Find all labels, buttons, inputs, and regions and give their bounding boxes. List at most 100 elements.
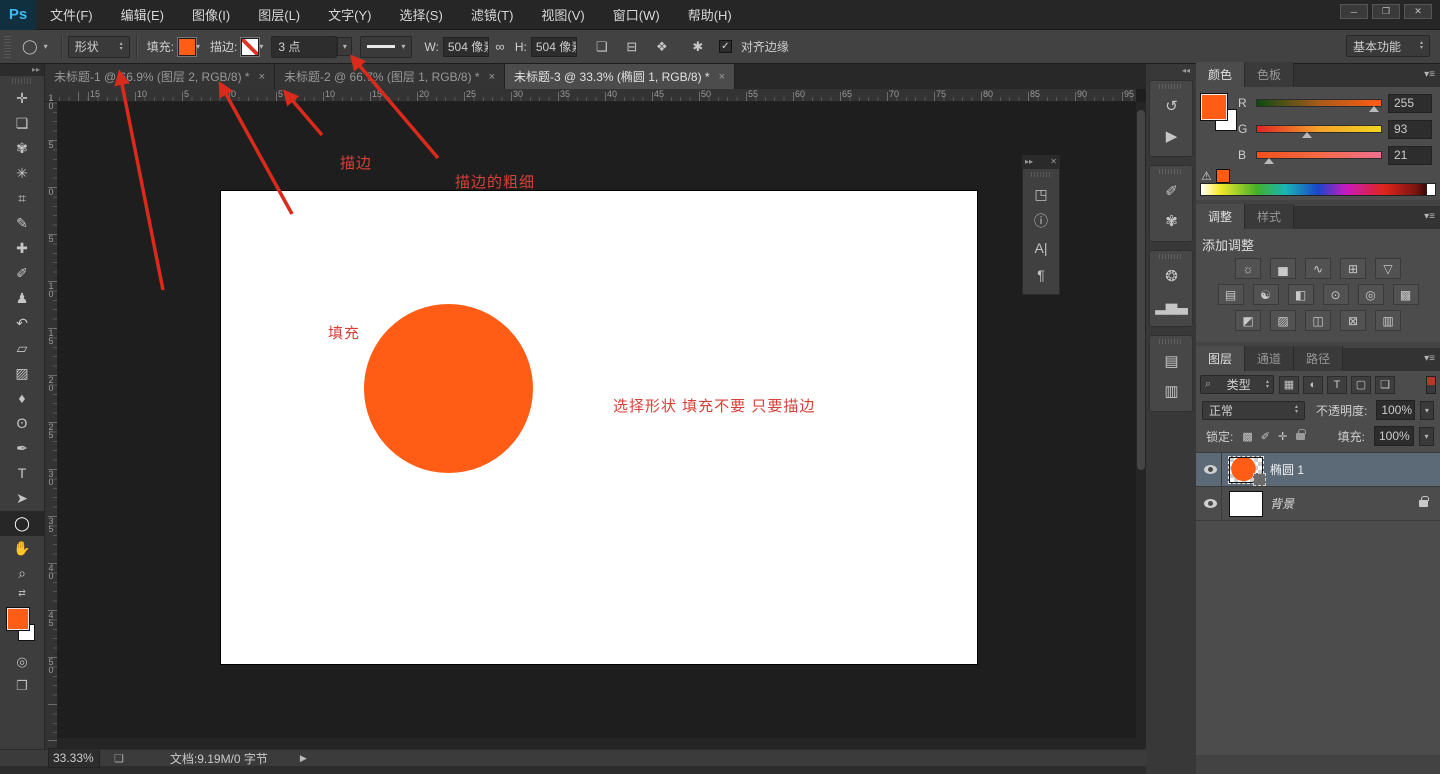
tab-color[interactable]: 颜色 bbox=[1196, 62, 1245, 87]
align-edges-checkbox[interactable]: ✓ bbox=[719, 40, 732, 53]
document-canvas[interactable]: 填充 选择形状 填充不要 只要描边 bbox=[221, 191, 977, 664]
close-icon[interactable]: × bbox=[489, 71, 495, 83]
channel-b-slider[interactable] bbox=[1256, 151, 1382, 159]
brightness-contrast-icon[interactable]: ☼ bbox=[1235, 258, 1261, 279]
collapse-icon[interactable]: ◂◂ bbox=[1146, 64, 1196, 76]
gamut-swatch[interactable] bbox=[1216, 169, 1230, 183]
eye-icon[interactable] bbox=[1204, 499, 1217, 508]
menu-edit[interactable]: 编辑(E) bbox=[107, 0, 178, 30]
blur-tool-icon[interactable]: ♦ bbox=[0, 386, 44, 411]
menu-file[interactable]: 文件(F) bbox=[36, 0, 107, 30]
lock-all-icon[interactable] bbox=[1296, 433, 1305, 440]
channel-g-value[interactable]: 93 bbox=[1388, 120, 1432, 139]
visibility-cell[interactable] bbox=[1200, 487, 1222, 520]
shape-width-field[interactable]: 504 像素 bbox=[443, 37, 489, 57]
menu-select[interactable]: 选择(S) bbox=[385, 0, 456, 30]
stroke-width-input[interactable]: 3 点 bbox=[271, 36, 337, 58]
panel-menu-icon[interactable]: ▾≡ bbox=[1424, 69, 1435, 80]
tab-swatches[interactable]: 色板 bbox=[1245, 62, 1294, 87]
gradient-map-icon[interactable]: ▥ bbox=[1375, 310, 1401, 331]
layer-fill-field[interactable]: 100% bbox=[1374, 426, 1414, 446]
stroke-style-select[interactable]: ▾ bbox=[360, 36, 412, 58]
tab-adjustments[interactable]: 调整 bbox=[1196, 204, 1245, 229]
selective-color-icon[interactable]: ⊠ bbox=[1340, 310, 1366, 331]
menu-help[interactable]: 帮助(H) bbox=[674, 0, 746, 30]
menu-image[interactable]: 图像(I) bbox=[178, 0, 244, 30]
marquee-tool-icon[interactable]: ❏ bbox=[0, 111, 44, 136]
eyedropper-tool-icon[interactable]: ✎ bbox=[0, 211, 44, 236]
tab-untitled-3[interactable]: 未标题-3 @ 33.3% (椭圆 1, RGB/8) * × bbox=[505, 64, 735, 89]
path-alignment-icon[interactable]: ⊟ bbox=[621, 36, 643, 58]
hue-saturation-icon[interactable]: ▤ bbox=[1218, 284, 1244, 305]
lock-position-icon[interactable]: ✛ bbox=[1278, 430, 1287, 443]
close-icon[interactable]: × bbox=[719, 71, 725, 83]
quick-selection-tool-icon[interactable]: ✳ bbox=[0, 161, 44, 186]
invert-icon[interactable]: ◩ bbox=[1235, 310, 1261, 331]
fill-color-swatch[interactable] bbox=[178, 38, 196, 56]
tab-untitled-2[interactable]: 未标题-2 @ 66.7% (图层 1, RGB/8) * × bbox=[275, 64, 505, 89]
layer-row-ellipse-1[interactable]: 椭圆 1 bbox=[1196, 453, 1440, 487]
panel-group-grip[interactable] bbox=[1159, 339, 1183, 344]
filter-type-layers-icon[interactable]: T bbox=[1327, 376, 1347, 394]
gradient-tool-icon[interactable]: ▨ bbox=[0, 361, 44, 386]
stroke-color-swatch[interactable] bbox=[241, 38, 259, 56]
foreground-color-swatch[interactable] bbox=[7, 608, 29, 630]
lock-transparent-icon[interactable]: ▩ bbox=[1242, 430, 1252, 443]
spectrum-white-swatch[interactable] bbox=[1426, 183, 1436, 196]
slider-thumb[interactable] bbox=[1369, 106, 1379, 112]
horizontal-scrollbar[interactable] bbox=[58, 738, 1136, 749]
options-grip[interactable] bbox=[4, 36, 11, 58]
panel-group-grip[interactable] bbox=[1159, 254, 1183, 259]
filter-smart-objects-icon[interactable]: ❏ bbox=[1375, 376, 1395, 394]
tab-channels[interactable]: 通道 bbox=[1245, 346, 1294, 371]
ellipse-shape[interactable] bbox=[364, 304, 533, 473]
tool-preset-picker[interactable]: ◯ ▾ bbox=[15, 36, 55, 58]
panel-group-grip[interactable] bbox=[1159, 169, 1183, 174]
stroke-width-dropdown-button[interactable]: ▾ bbox=[337, 37, 352, 56]
history-panel-icon[interactable]: ↺ bbox=[1150, 92, 1192, 122]
filter-shape-layers-icon[interactable]: ▢ bbox=[1351, 376, 1371, 394]
color-spectrum-bar[interactable] bbox=[1200, 183, 1436, 196]
posterize-icon[interactable]: ▨ bbox=[1270, 310, 1296, 331]
blend-mode-select[interactable]: 正常 ▴▾ bbox=[1202, 401, 1305, 420]
tab-paths[interactable]: 路径 bbox=[1294, 346, 1343, 371]
menu-filter[interactable]: 滤镜(T) bbox=[457, 0, 528, 30]
black-white-icon[interactable]: ◧ bbox=[1288, 284, 1314, 305]
tab-styles[interactable]: 样式 bbox=[1245, 204, 1294, 229]
channel-r-slider[interactable] bbox=[1256, 99, 1382, 107]
channel-g-slider[interactable] bbox=[1256, 125, 1382, 133]
visibility-cell[interactable] bbox=[1200, 453, 1222, 486]
properties-panel-icon[interactable]: ◳ bbox=[1023, 181, 1059, 208]
status-expand-icon[interactable]: ▶ bbox=[300, 753, 307, 764]
notes-panel-icon[interactable]: ▤ bbox=[1150, 347, 1192, 377]
opacity-field[interactable]: 100% bbox=[1376, 400, 1414, 420]
panel-menu-icon[interactable]: ▾≡ bbox=[1424, 211, 1435, 222]
pen-tool-icon[interactable]: ✒ bbox=[0, 436, 44, 461]
panel-menu-icon[interactable]: ▾≡ bbox=[1424, 353, 1435, 364]
exposure-icon[interactable]: ⊞ bbox=[1340, 258, 1366, 279]
info-panel-icon[interactable]: ⓘ bbox=[1023, 208, 1059, 235]
clone-stamp-tool-icon[interactable]: ♟ bbox=[0, 286, 44, 311]
histogram-panel-icon[interactable]: ▂▅▃ bbox=[1150, 292, 1192, 322]
tools-collapse-icon[interactable]: ▸▸ bbox=[0, 64, 44, 76]
shape-height-field[interactable]: 504 像素 bbox=[531, 37, 577, 57]
menu-type[interactable]: 文字(Y) bbox=[314, 0, 385, 30]
crop-tool-icon[interactable]: ⌗ bbox=[0, 186, 44, 211]
close-icon[interactable]: ✕ bbox=[1404, 4, 1432, 19]
layer-name[interactable]: 椭圆 1 bbox=[1270, 461, 1304, 478]
brush-panel-icon[interactable]: ✐ bbox=[1150, 177, 1192, 207]
levels-icon[interactable]: ▅ bbox=[1270, 258, 1296, 279]
lock-image-icon[interactable]: ✐ bbox=[1261, 430, 1270, 443]
path-operations-icon[interactable]: ❏ bbox=[591, 36, 613, 58]
layer-thumbnail[interactable] bbox=[1229, 457, 1263, 483]
path-selection-tool-icon[interactable]: ➤ bbox=[0, 486, 44, 511]
foreground-color-swatch[interactable] bbox=[1201, 94, 1227, 120]
workspace-switcher[interactable]: 基本功能 ▴▾ bbox=[1346, 35, 1430, 57]
eye-icon[interactable] bbox=[1204, 465, 1217, 474]
hand-tool-icon[interactable]: ✋ bbox=[0, 536, 44, 561]
scrollbar-thumb[interactable] bbox=[1137, 110, 1145, 470]
move-tool-icon[interactable]: ✛ bbox=[0, 86, 44, 111]
lasso-tool-icon[interactable]: ✾ bbox=[0, 136, 44, 161]
dodge-tool-icon[interactable]: ʘ bbox=[0, 411, 44, 436]
vertical-ruler[interactable]: 10505101520253035404550 bbox=[45, 102, 58, 749]
